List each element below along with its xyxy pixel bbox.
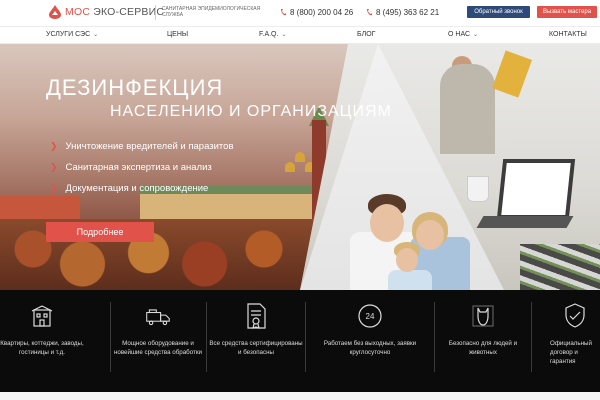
hero-banner: ДЕЗИНФЕКЦИЯ НАСЕЛЕНИЮ И ОРГАНИЗАЦИЯМ ❯ У… xyxy=(0,44,600,290)
hero-domes xyxy=(285,152,315,192)
nav-item-faq[interactable]: F.A.Q. ⌄ xyxy=(259,31,286,38)
phone-icon xyxy=(280,8,286,17)
logo-text-part2: ЭКО-СЕРВИС xyxy=(93,6,165,18)
nav-item-blog[interactable]: БЛОГ xyxy=(357,31,375,38)
nav-item-services[interactable]: УСЛУГИ СЭС ⌄ xyxy=(46,31,98,38)
logo-drop-icon xyxy=(49,5,61,19)
chevron-right-icon: ❯ xyxy=(50,162,58,172)
hero-person xyxy=(440,64,495,154)
logo-divider xyxy=(155,5,156,20)
nav-item-prices[interactable]: ЦЕНЫ xyxy=(167,31,188,38)
svg-text:24: 24 xyxy=(366,312,375,321)
phone-1[interactable]: 8 (800) 200 04 26 xyxy=(280,8,353,17)
list-item: ❯ Уничтожение вредителей и паразитов xyxy=(50,141,234,152)
nav-item-about[interactable]: О НАС ⌄ xyxy=(448,31,478,38)
nav-item-label: УСЛУГИ СЭС xyxy=(46,31,91,38)
chevron-down-icon: ⌄ xyxy=(473,32,479,38)
phone-1-number: 8 (800) 200 04 26 xyxy=(290,8,354,17)
cat-icon xyxy=(470,303,496,329)
site-header: МОС ЭКО-СЕРВИС Санитарная эпидемиологиче… xyxy=(0,0,600,26)
hero-laptop xyxy=(496,159,576,219)
chevron-down-icon: ⌄ xyxy=(281,32,287,38)
nav-item-label: ЦЕНЫ xyxy=(167,31,189,38)
feature-item: Безопасно для людей и животных xyxy=(435,290,531,400)
feature-item: Официальный договор и гарантия xyxy=(532,290,600,400)
nav-item-label: КОНТАКТЫ xyxy=(549,31,587,38)
logo[interactable]: МОС ЭКО-СЕРВИС xyxy=(49,5,164,19)
truck-icon xyxy=(145,303,171,329)
chevron-down-icon: ⌄ xyxy=(93,32,99,38)
logo-text-part1: МОС xyxy=(65,6,91,18)
phone-icon xyxy=(366,8,372,17)
feature-item: Все средства сертифицированы и безопасны xyxy=(207,290,305,400)
chevron-right-icon: ❯ xyxy=(50,141,58,151)
phone-2-number: 8 (495) 363 62 21 xyxy=(376,8,440,17)
page-bottom-strip xyxy=(0,392,600,400)
nav-item-contacts[interactable]: КОНТАКТЫ xyxy=(549,31,587,38)
list-item: ❯ Санитарная экспертиза и анализ xyxy=(50,162,212,173)
chevron-right-icon: ❯ xyxy=(50,183,58,193)
feature-item: Мощное оборудование и новейшие средства … xyxy=(110,290,206,400)
list-item: ❯ Документация и сопровождение xyxy=(50,183,209,194)
feature-item: 24 Работаем без выходных, заявки круглос… xyxy=(306,290,434,400)
building-icon xyxy=(29,303,55,329)
more-button[interactable]: Подробнее xyxy=(46,222,154,242)
main-nav: УСЛУГИ СЭС ⌄ ЦЕНЫ F.A.Q. ⌄ БЛОГ О НАС ⌄ … xyxy=(0,26,600,44)
phone-2[interactable]: 8 (495) 363 62 21 xyxy=(366,8,439,17)
call-master-button[interactable]: Вызвать мастера xyxy=(537,6,597,18)
feature-item: Квартиры, коттеджи, заводы, гостиницы и … xyxy=(0,290,84,400)
shield-check-icon xyxy=(562,303,588,329)
hero-title: ДЕЗИНФЕКЦИЯ xyxy=(46,75,224,100)
features-strip: Квартиры, коттеджи, заводы, гостиницы и … xyxy=(0,290,600,400)
clock-24-icon: 24 xyxy=(357,303,383,329)
certificate-icon xyxy=(243,303,269,329)
nav-item-label: БЛОГ xyxy=(357,31,376,38)
hero-family-photo xyxy=(350,152,480,290)
hero-laptop-base xyxy=(476,216,574,228)
tagline: Санитарная эпидемиологическая служба xyxy=(162,6,261,18)
hero-desk-items xyxy=(520,244,600,290)
hero-subtitle: НАСЕЛЕНИЮ И ОРГАНИЗАЦИЯМ xyxy=(110,103,392,120)
hero-bullets: ❯ Уничтожение вредителей и паразитов ❯ С… xyxy=(50,141,234,204)
callback-button[interactable]: Обратный звонок xyxy=(467,6,530,18)
nav-item-label: О НАС xyxy=(448,31,471,38)
nav-item-label: F.A.Q. xyxy=(259,31,279,38)
